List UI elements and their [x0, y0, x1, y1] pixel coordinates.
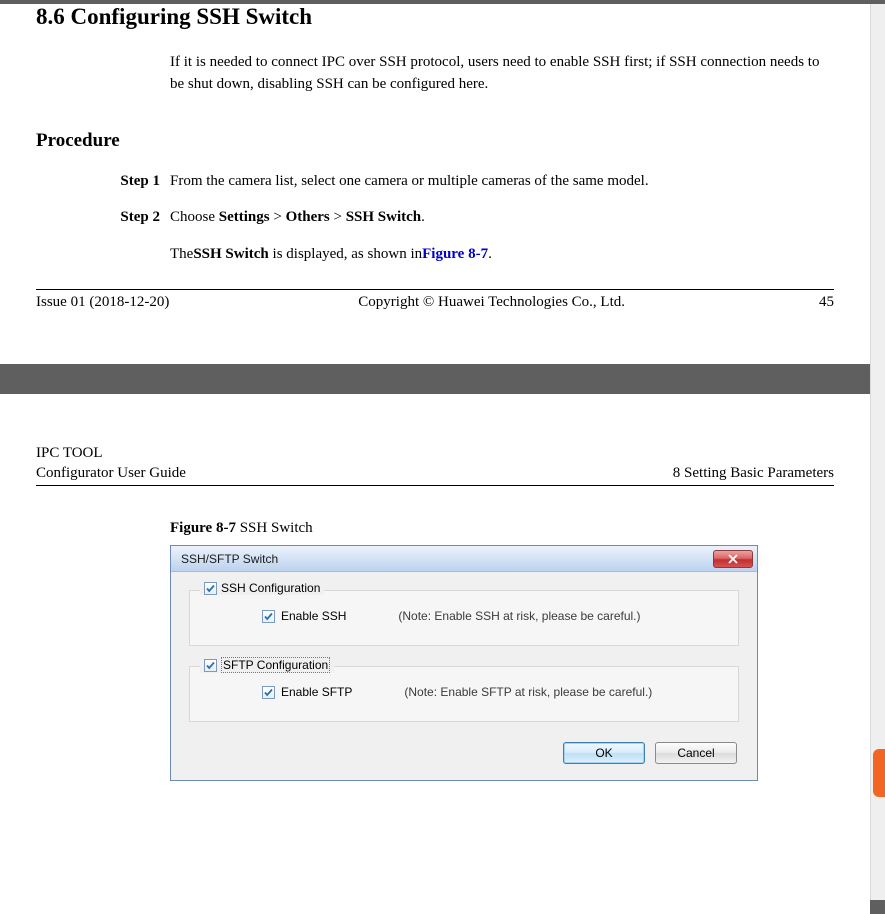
footer-issue: Issue 01 (2018-12-20)	[36, 294, 169, 311]
step2-sub-bold: SSH Switch	[193, 246, 268, 262]
step2-sub-mid: is displayed, as shown in	[269, 246, 422, 262]
step-body: Choose Settings > Others > SSH Switch. T…	[170, 206, 820, 265]
procedure-heading: Procedure	[36, 130, 840, 152]
section-heading: 8.6 Configuring SSH Switch	[36, 4, 840, 30]
ssh-sftp-dialog: SSH/SFTP Switch SSH Configuration	[170, 545, 758, 781]
pdf-page-2: IPC TOOL Configurator User Guide 8 Setti…	[0, 394, 870, 914]
side-feedback-tab[interactable]	[873, 749, 885, 797]
ssh-config-legend: SSH Configuration	[200, 581, 324, 595]
dialog-titlebar[interactable]: SSH/SFTP Switch	[171, 546, 757, 572]
dialog-title: SSH/SFTP Switch	[181, 552, 278, 566]
ssh-config-group: SSH Configuration Enable SSH (Note: Enab…	[189, 590, 739, 646]
step2-path-others: Others	[286, 209, 330, 225]
step2-subline: TheSSH Switch is displayed, as shown inF…	[170, 243, 820, 266]
step2-sub-prefix: The	[170, 246, 193, 262]
dialog-body: SSH Configuration Enable SSH (Note: Enab…	[171, 572, 757, 780]
sftp-config-group: SFTP Configuration Enable SFTP (Note: En…	[189, 666, 739, 722]
enable-ssh-note: (Note: Enable SSH at risk, please be car…	[398, 609, 640, 623]
step-label: Step 1	[95, 170, 160, 193]
page2-header-left: IPC TOOL Configurator User Guide	[36, 444, 186, 483]
procedure-steps: Step 1 From the camera list, select one …	[95, 170, 820, 266]
step2-path-ssh: SSH Switch	[346, 209, 421, 225]
step2-suffix: .	[421, 209, 425, 225]
page-gap	[0, 364, 885, 394]
check-icon	[263, 687, 274, 698]
page2-header: IPC TOOL Configurator User Guide 8 Setti…	[36, 444, 834, 486]
step2-gt2: >	[330, 209, 346, 225]
step2-path-settings: Settings	[219, 209, 270, 225]
footer-copyright: Copyright © Huawei Technologies Co., Ltd…	[209, 294, 774, 311]
step2-gt1: >	[270, 209, 286, 225]
header-line1: IPC TOOL	[36, 444, 186, 464]
enable-sftp-checkbox[interactable]	[262, 686, 275, 699]
enable-ssh-row: Enable SSH (Note: Enable SSH at risk, pl…	[262, 609, 722, 623]
close-button[interactable]	[713, 550, 753, 568]
ok-button[interactable]: OK	[563, 742, 645, 764]
ssh-config-checkbox[interactable]	[204, 582, 217, 595]
cancel-button[interactable]: Cancel	[655, 742, 737, 764]
enable-sftp-row: Enable SFTP (Note: Enable SFTP at risk, …	[262, 685, 722, 699]
step-1: Step 1 From the camera list, select one …	[95, 170, 820, 193]
enable-ssh-label: Enable SSH	[281, 609, 346, 623]
enable-sftp-note: (Note: Enable SFTP at risk, please be ca…	[404, 685, 652, 699]
figure-link[interactable]: Figure 8-7	[422, 246, 488, 262]
check-icon	[205, 660, 216, 671]
section-number: 8.6	[36, 4, 65, 29]
page2-header-right: 8 Setting Basic Parameters	[673, 464, 834, 484]
step-body: From the camera list, select one camera …	[170, 170, 820, 193]
section-title: Configuring SSH Switch	[71, 4, 313, 29]
dialog-button-row: OK Cancel	[189, 742, 739, 768]
ssh-config-label: SSH Configuration	[221, 581, 320, 595]
figure-label-bold: Figure 8-7	[170, 520, 236, 536]
sftp-config-label: SFTP Configuration	[221, 657, 330, 673]
section-intro: If it is needed to connect IPC over SSH …	[170, 52, 820, 96]
pdf-page-1: 8.6 Configuring SSH Switch If it is need…	[0, 4, 870, 364]
step2-sub-end: .	[488, 246, 492, 262]
page-footer: Issue 01 (2018-12-20) Copyright © Huawei…	[36, 289, 834, 311]
figure-caption: Figure 8-7 SSH Switch	[170, 520, 840, 537]
sftp-config-checkbox[interactable]	[204, 659, 217, 672]
step2-prefix: Choose	[170, 209, 219, 225]
step-2: Step 2 Choose Settings > Others > SSH Sw…	[95, 206, 820, 265]
figure-label-rest: SSH Switch	[236, 520, 313, 536]
enable-sftp-label: Enable SFTP	[281, 685, 352, 699]
header-line2: Configurator User Guide	[36, 464, 186, 484]
footer-page: 45	[774, 294, 834, 311]
check-icon	[205, 583, 216, 594]
step-label: Step 2	[95, 206, 160, 265]
close-icon	[728, 554, 738, 564]
check-icon	[263, 611, 274, 622]
sftp-config-legend: SFTP Configuration	[200, 657, 334, 673]
enable-ssh-checkbox[interactable]	[262, 610, 275, 623]
